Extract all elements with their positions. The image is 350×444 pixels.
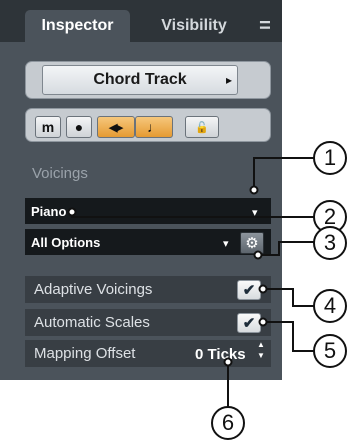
leader-line-3 — [258, 241, 314, 256]
leader-dot-6 — [223, 357, 233, 367]
callout-6: 6 — [211, 406, 245, 440]
leader-dot-1 — [249, 185, 259, 195]
leader-line-4 — [263, 288, 314, 307]
leader-line-1 — [253, 157, 314, 190]
leader-line-2 — [71, 212, 314, 218]
callout-leader-lines — [67, 157, 314, 410]
leader-line-5 — [263, 321, 314, 352]
callout-4: 4 — [313, 289, 347, 323]
leader-dot-2 — [67, 207, 77, 217]
leader-dot-5 — [258, 317, 268, 327]
callout-3: 3 — [313, 226, 347, 260]
leader-dot-4 — [258, 284, 268, 294]
callout-1: 1 — [313, 141, 347, 175]
callout-5: 5 — [313, 334, 347, 368]
leader-dot-3 — [253, 250, 263, 260]
